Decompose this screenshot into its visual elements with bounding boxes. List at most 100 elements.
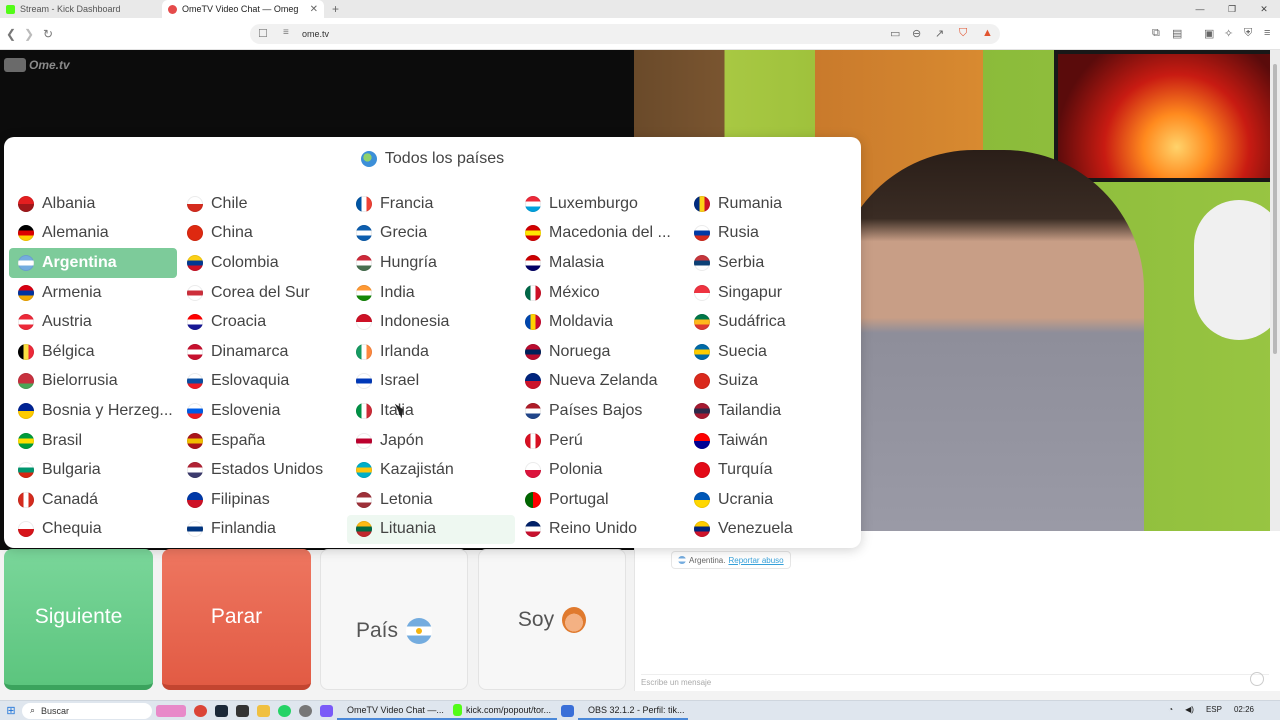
rewards-icon[interactable]: ▲ xyxy=(982,27,993,39)
country-option[interactable]: Armenia xyxy=(9,278,177,308)
language-indicator[interactable]: ESP xyxy=(1206,705,1222,714)
country-option[interactable]: Suiza xyxy=(685,367,853,397)
share-icon[interactable]: ↗ xyxy=(935,27,944,40)
country-option[interactable]: Albania xyxy=(9,189,177,219)
steam-icon[interactable] xyxy=(215,704,228,717)
report-abuse-link[interactable]: Reportar abuso xyxy=(728,556,783,565)
country-option[interactable]: Filipinas xyxy=(178,485,346,515)
country-option[interactable]: Noruega xyxy=(516,337,684,367)
country-option[interactable]: Luxemburgo xyxy=(516,189,684,219)
country-option[interactable]: Rusia xyxy=(685,219,853,249)
terminal-icon[interactable] xyxy=(236,704,249,717)
close-window-button[interactable]: ✕ xyxy=(1248,0,1280,18)
taskbar-item-obs[interactable]: OBS 32.1.2 - Perfil: tik... xyxy=(578,702,688,720)
country-option[interactable]: Serbia xyxy=(685,248,853,278)
country-option[interactable]: Singapur xyxy=(685,278,853,308)
country-option[interactable]: Taiwán xyxy=(685,426,853,456)
country-option[interactable]: Finlandia xyxy=(178,515,346,545)
country-option[interactable]: China xyxy=(178,219,346,249)
country-option[interactable]: Estados Unidos xyxy=(178,455,346,485)
brave-shield-icon[interactable]: ⛉ xyxy=(959,27,967,40)
country-option[interactable]: India xyxy=(347,278,515,308)
country-option[interactable]: Indonesia xyxy=(347,307,515,337)
country-option[interactable]: Canadá xyxy=(9,485,177,515)
extensions-icon[interactable]: ⧉ xyxy=(1152,27,1160,40)
country-option[interactable]: Rumania xyxy=(685,189,853,219)
back-icon[interactable]: ❮ xyxy=(6,27,16,41)
country-option[interactable]: Alemania xyxy=(9,219,177,249)
start-icon[interactable]: ⊞ xyxy=(0,704,22,717)
country-option[interactable]: Eslovaquia xyxy=(178,367,346,397)
country-option[interactable]: Suecia xyxy=(685,337,853,367)
all-countries-option[interactable]: Todos los países xyxy=(4,150,861,168)
new-tab-button[interactable]: + xyxy=(324,0,347,18)
vpn-icon[interactable]: ⛨ xyxy=(1244,27,1252,40)
menu-icon[interactable]: ≡ xyxy=(1264,27,1270,39)
country-option[interactable]: Macedonia del ... xyxy=(516,219,684,249)
country-option[interactable]: Bosnia y Herzeg... xyxy=(9,396,177,426)
country-option[interactable]: Kazajistán xyxy=(347,455,515,485)
taskbar-item-kick[interactable]: kick.com/popout/tor... xyxy=(447,702,557,720)
whatsapp-icon[interactable] xyxy=(278,704,291,717)
chrome-icon[interactable] xyxy=(194,704,207,717)
country-option[interactable]: Nueva Zelanda xyxy=(516,367,684,397)
site-info-icon[interactable]: ≡ xyxy=(283,27,289,38)
next-button[interactable]: Siguiente xyxy=(4,549,153,690)
country-option[interactable]: Malasia xyxy=(516,248,684,278)
country-option[interactable]: Letonia xyxy=(347,485,515,515)
settings-icon[interactable] xyxy=(299,704,312,717)
country-option[interactable]: Chile xyxy=(178,189,346,219)
folder-icon[interactable] xyxy=(257,704,270,717)
maximize-button[interactable]: ❐ xyxy=(1216,0,1248,18)
leo-icon[interactable]: ✧ xyxy=(1224,27,1233,40)
country-option[interactable]: Japón xyxy=(347,426,515,456)
country-option[interactable]: Bulgaria xyxy=(9,455,177,485)
reload-icon[interactable]: ↻ xyxy=(43,27,53,41)
country-option[interactable]: Corea del Sur xyxy=(178,278,346,308)
country-option[interactable]: Italia xyxy=(347,396,515,426)
country-option[interactable]: Portugal xyxy=(516,485,684,515)
country-option[interactable]: Países Bajos xyxy=(516,396,684,426)
tab-ometv[interactable]: OmeTV Video Chat — Omeg ✕ xyxy=(162,0,324,18)
country-option[interactable]: Reino Unido xyxy=(516,515,684,545)
taskbar-search[interactable]: ⌕ Buscar xyxy=(22,702,152,719)
taskbar-item-ometv[interactable]: OmeTV Video Chat —... xyxy=(337,702,447,720)
country-button[interactable]: País xyxy=(320,549,468,690)
stop-button[interactable]: Parar xyxy=(162,549,311,690)
app-icon[interactable] xyxy=(320,704,333,717)
gender-button[interactable]: Soy xyxy=(478,549,626,690)
country-option[interactable]: Argentina xyxy=(9,248,177,278)
country-option[interactable]: Austria xyxy=(9,307,177,337)
tab-kick-dashboard[interactable]: Stream - Kick Dashboard xyxy=(0,0,162,18)
country-option[interactable]: España xyxy=(178,426,346,456)
country-option[interactable]: Perú xyxy=(516,426,684,456)
country-option[interactable]: Brasil xyxy=(9,426,177,456)
address-bar[interactable] xyxy=(250,24,1000,44)
clock[interactable]: 02:26 xyxy=(1234,705,1254,714)
country-option[interactable]: Bélgica xyxy=(9,337,177,367)
bookmark-icon[interactable]: ☐ xyxy=(258,27,268,40)
widget-icon[interactable] xyxy=(156,704,186,717)
country-option[interactable]: Venezuela xyxy=(685,515,853,545)
country-option[interactable]: Croacia xyxy=(178,307,346,337)
screen-icon[interactable]: ▭ xyxy=(890,27,900,40)
country-option[interactable]: Tailandia xyxy=(685,396,853,426)
wallet-icon[interactable]: ▣ xyxy=(1204,27,1214,40)
zoom-icon[interactable]: ⊖ xyxy=(912,27,921,40)
url-text[interactable]: ome.tv xyxy=(302,29,329,39)
country-option[interactable]: Bielorrusia xyxy=(9,367,177,397)
emoji-icon[interactable] xyxy=(1250,672,1264,686)
sidebar-icon[interactable]: ▤ xyxy=(1172,27,1182,40)
forward-icon[interactable]: ❯ xyxy=(24,27,34,41)
shield-app-icon[interactable] xyxy=(561,704,574,717)
country-option[interactable]: Irlanda xyxy=(347,337,515,367)
country-option[interactable]: Hungría xyxy=(347,248,515,278)
scrollbar-thumb[interactable] xyxy=(1273,64,1277,354)
country-option[interactable]: Eslovenia xyxy=(178,396,346,426)
country-option[interactable]: Sudáfrica xyxy=(685,307,853,337)
volume-icon[interactable]: ◀) xyxy=(1185,705,1194,714)
country-option[interactable]: Grecia xyxy=(347,219,515,249)
page-scrollbar[interactable] xyxy=(1270,50,1280,531)
country-option[interactable]: Moldavia xyxy=(516,307,684,337)
country-option[interactable]: Chequia xyxy=(9,515,177,545)
